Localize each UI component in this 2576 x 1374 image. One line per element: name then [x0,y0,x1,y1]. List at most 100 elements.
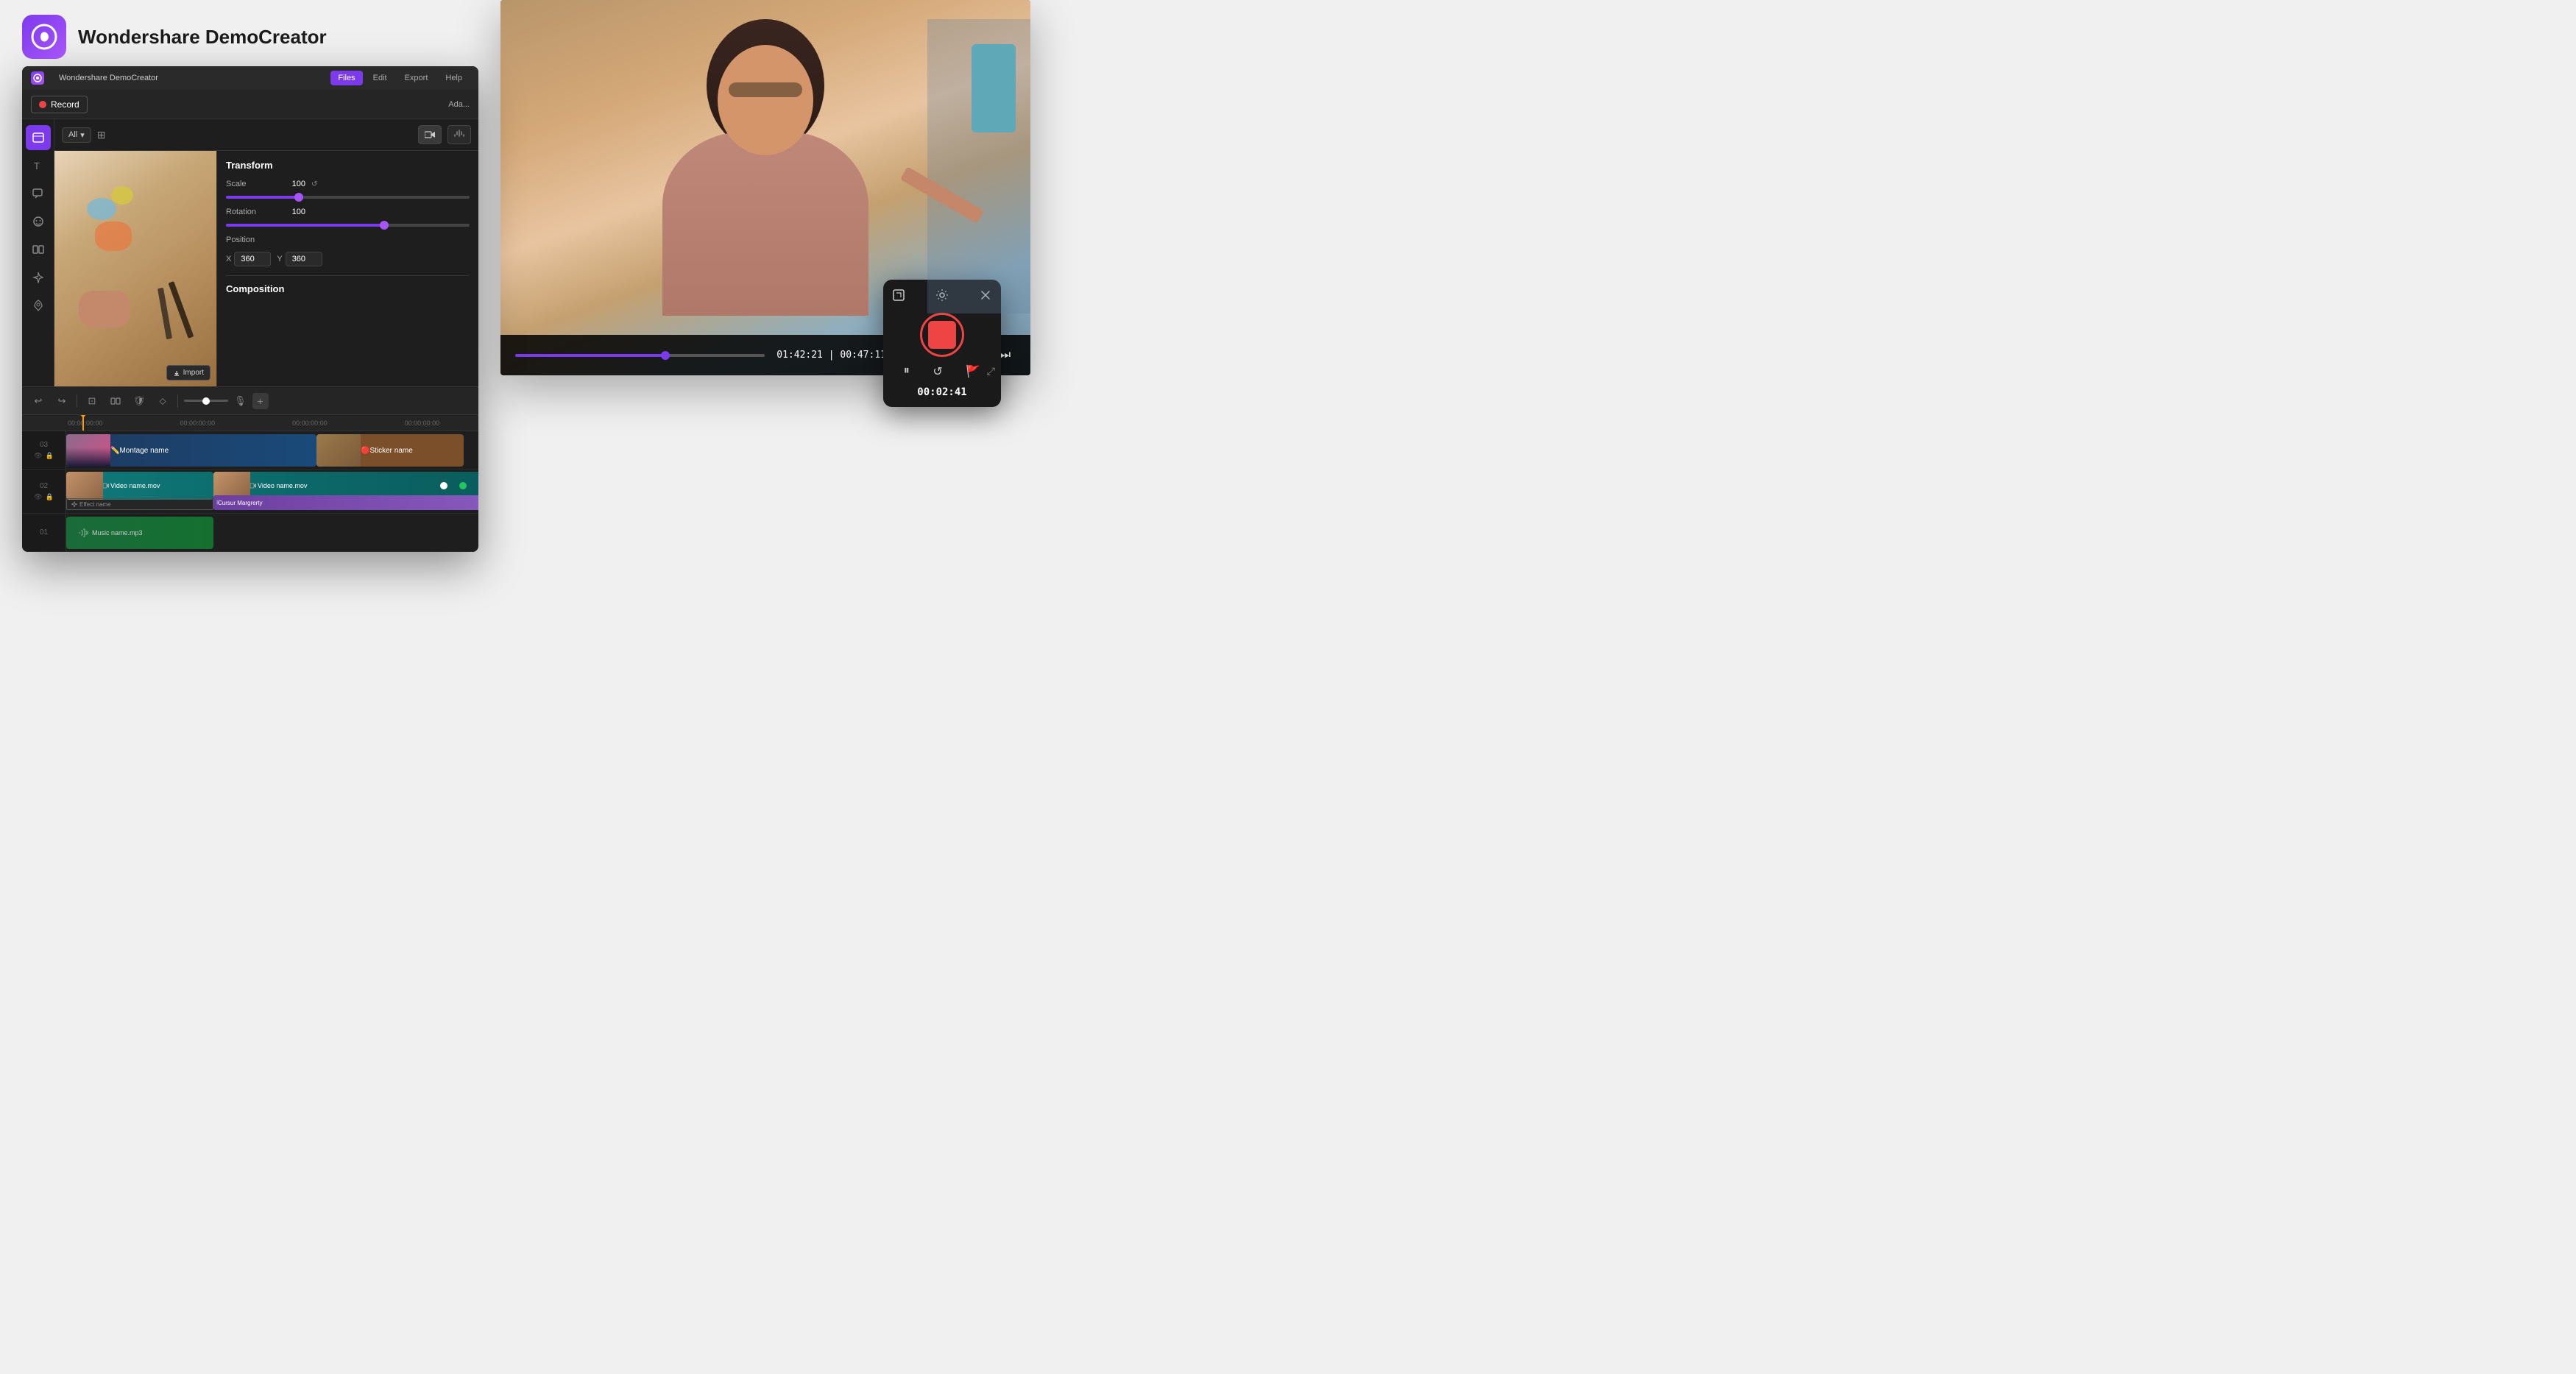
keyframe-button[interactable]: ⬦ [154,392,171,410]
track-number-03: 03 [40,441,48,449]
sidebar-item-rocket[interactable] [26,293,51,318]
clip-montage-icon: ✏️ [110,447,119,455]
media-preview-area: Import Transform Scale 100 ↺ [54,151,478,386]
cursor-marker-left: II [216,500,219,506]
position-row: Position [226,236,470,244]
scale-label: Scale [226,180,270,188]
svg-text:T: T [34,160,40,171]
scale-value: 100 [276,180,305,188]
audio-waveform: Music name.mp3 [72,517,149,549]
toolbar-divider-2 [177,394,178,408]
menu-tab-help[interactable]: Help [438,71,470,85]
clip-montage[interactable]: ✏️ Montage name [66,434,316,467]
position-y-input: Y 360 [277,252,322,266]
filter-select[interactable]: All ▾ [62,127,91,143]
sidebar-item-effects[interactable] [26,265,51,290]
clip-sticker[interactable]: 🔴 Sticker name [316,434,464,467]
app-window: Wondershare DemoCreator Files Edit Expor… [22,66,478,552]
track-label-02: 02 👁 🔒 [22,470,66,513]
clip-video-1-thumbnail [66,472,103,500]
clip-effect[interactable]: Effect name [66,498,213,510]
scale-row: Scale 100 ↺ [226,180,470,188]
import-button[interactable]: Import [166,365,210,380]
rotation-slider[interactable] [226,224,470,227]
clip-montage-label: Montage name [119,447,169,455]
position-x-value[interactable]: 360 [234,252,271,266]
record-label: Record [51,99,79,110]
scale-slider[interactable] [226,196,470,199]
video-progress-bar[interactable] [515,354,765,357]
recording-start-button[interactable] [920,313,964,357]
track-row-03: 03 👁 🔒 ✏️ Montage name [22,431,478,470]
menu-tab-export[interactable]: Export [397,71,436,85]
mic-button[interactable]: 🎙 [234,395,247,407]
track-eye-icon-03[interactable]: 👁 [34,452,42,460]
clip-cursor[interactable]: II Cursur Margrerty II [213,495,478,510]
record-dot-icon [39,101,46,108]
media-tab-video[interactable] [418,125,442,144]
expand-icon[interactable] [892,288,905,305]
sidebar-item-files[interactable] [26,125,51,150]
split-button[interactable] [107,392,124,410]
rotation-row: Rotation 100 [226,208,470,216]
effect-label: Effect name [79,501,111,508]
menu-tab-edit[interactable]: Edit [366,71,394,85]
clip-sticker-icon: 🔴 [361,447,369,455]
flag-icon[interactable]: 🚩 [966,364,980,379]
scale-reset-icon[interactable]: ↺ [311,180,317,188]
app-title: Wondershare DemoCreator [78,26,327,49]
position-y-label: Y [277,255,282,263]
media-tab-audio[interactable] [447,125,471,144]
clip-video-1[interactable]: Video name.mov [66,472,213,500]
clip-video-2-label: Video name.mov [250,482,307,489]
grid-view-icon[interactable]: ⊞ [97,129,106,141]
redo-button[interactable]: ↪ [53,392,71,410]
shield-button[interactable]: 🛡 [130,392,148,410]
refresh-icon[interactable]: ↺ [933,364,942,379]
clip-video-1-label: Video name.mov [103,482,160,489]
track-label-03: 03 👁 🔒 [22,431,66,469]
ruler-mark-2: 00:00:00:00 [292,419,328,427]
thumbnail-image [54,151,216,386]
adapt-button[interactable]: Ada... [448,100,470,109]
track-number-02: 02 [40,482,48,490]
zoom-slider[interactable] [184,400,228,402]
composition-section-title: Composition [226,275,470,294]
position-y-value[interactable]: 360 [286,252,322,266]
cursor-label: Cursur Margrerty [218,500,262,506]
track-row-01: 01 Music name.mp3 [22,514,478,552]
clip-audio[interactable]: Music name.mp3 [66,517,213,549]
playhead-indicator [82,415,84,431]
record-button[interactable]: Record [31,96,88,113]
video-progress-fill [515,354,665,357]
sidebar-item-transitions[interactable] [26,237,51,262]
timeline-ruler: 00:00:00:00 00:00:00:00 00:00:00:00 00:0… [22,415,478,431]
sidebar-item-text[interactable]: T [26,153,51,178]
ruler-mark-1: 00:00:00:00 [180,419,216,427]
recording-widget-bottom-icons: ⏸ ↺ 🚩 [892,364,992,379]
pause-recording-icon[interactable]: ⏸ [904,364,910,379]
app-name-small: Wondershare DemoCreator [59,74,158,82]
position-inputs: X 360 Y 360 [226,252,470,266]
crop-button[interactable]: ⊡ [83,392,101,410]
audio-label: Music name.mp3 [92,529,143,537]
sidebar-item-chat[interactable] [26,181,51,206]
timeline-container: ↩ ↪ ⊡ 🛡 ⬦ 🎙 + [22,386,478,552]
add-track-button[interactable]: + [252,393,269,409]
media-tabs [418,125,471,144]
fullscreen-icon[interactable]: ⤢ [987,365,995,378]
recording-button-inner [928,321,956,349]
track-content-01: Music name.mp3 [66,514,478,551]
track-eye-icon-02[interactable]: 👁 [34,493,42,501]
playhead-arrow [79,415,87,418]
track-lock-icon-02[interactable]: 🔒 [46,493,54,501]
app-header: Wondershare DemoCreator [0,0,349,74]
track-vis-icons-03: 👁 🔒 [34,452,54,460]
clip-montage-thumbnail [66,434,110,467]
sidebar-item-emoji[interactable] [26,209,51,234]
undo-button[interactable]: ↩ [29,392,47,410]
motion-dot-1 [440,482,447,489]
track-lock-icon-03[interactable]: 🔒 [46,452,54,460]
track-vis-icons-02: 👁 🔒 [34,493,54,501]
position-x-label: X [226,255,231,263]
